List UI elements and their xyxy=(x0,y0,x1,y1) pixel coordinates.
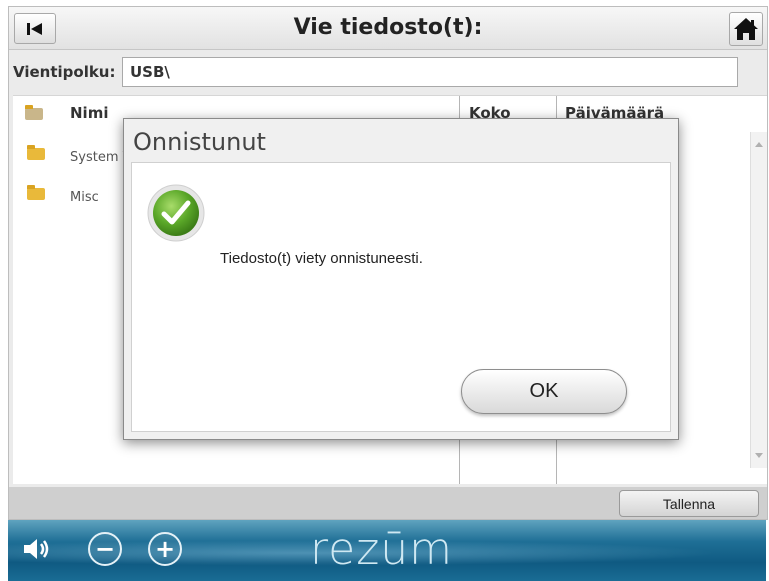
success-check-icon xyxy=(147,184,205,242)
modal-overlay: Onnistunut Tiedosto(t) viety onnistunees… xyxy=(0,0,769,581)
dialog-message: Tiedosto(t) viety onnistuneesti. xyxy=(220,250,423,267)
dialog-body: Tiedosto(t) viety onnistuneesti. OK xyxy=(131,162,671,432)
ok-button[interactable]: OK xyxy=(461,369,627,414)
dialog-title: Onnistunut xyxy=(133,128,266,156)
success-dialog: Onnistunut Tiedosto(t) viety onnistunees… xyxy=(123,118,679,440)
